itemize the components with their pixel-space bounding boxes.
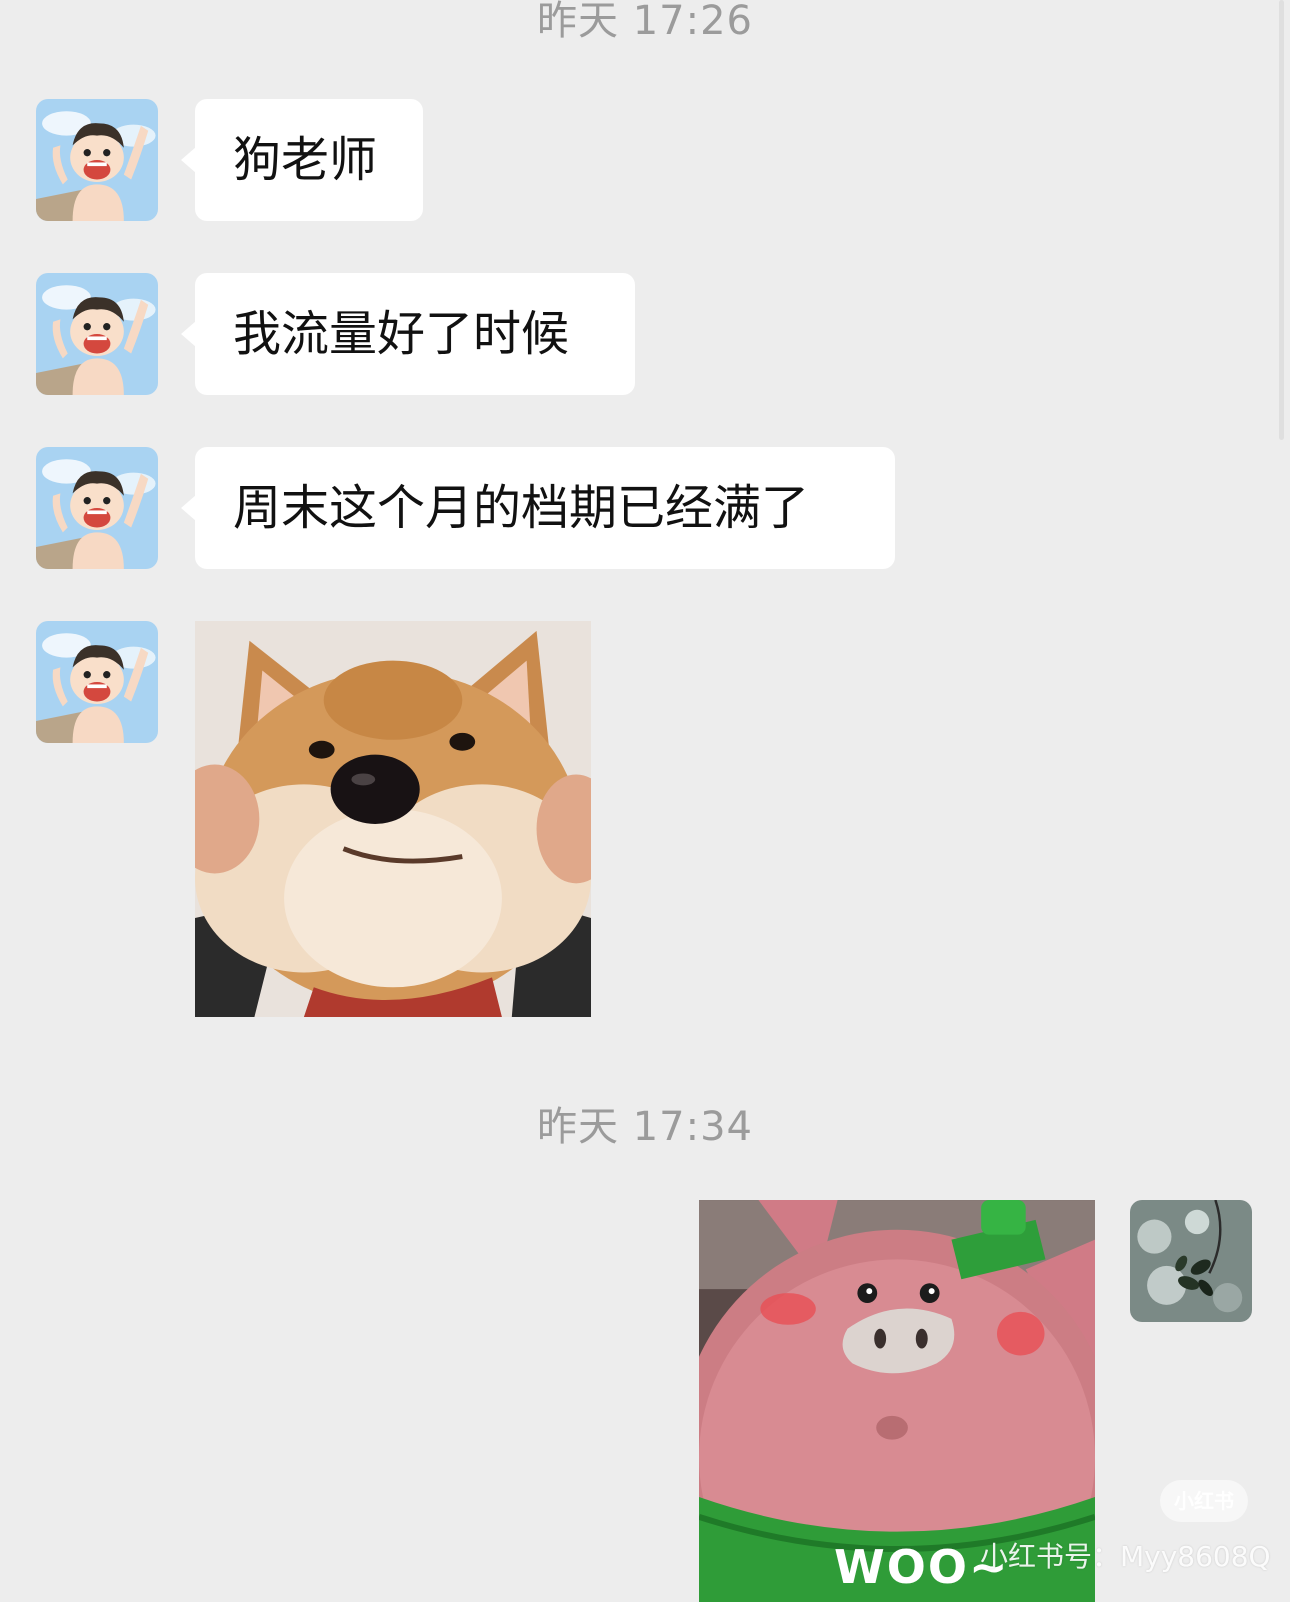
contact-avatar[interactable] <box>36 99 158 221</box>
chat-timestamp: 昨天 17:26 <box>537 0 753 44</box>
cartoon-boy-avatar-icon <box>36 621 158 743</box>
cartoon-boy-avatar-icon <box>36 99 158 221</box>
contact-avatar[interactable] <box>36 273 158 395</box>
message-bubble[interactable]: 我流量好了时候 <box>181 273 635 395</box>
watermark-logo: 小红书 <box>1160 1480 1248 1522</box>
my-avatar[interactable] <box>1130 1200 1252 1322</box>
contact-avatar[interactable] <box>36 621 158 743</box>
dog-sticker[interactable] <box>195 621 591 1017</box>
watermark-text: 小红书号：Myy8608Q <box>980 1540 1271 1573</box>
contact-avatar[interactable] <box>36 447 158 569</box>
shiba-dog-icon <box>195 621 591 1017</box>
message-bubble[interactable]: 周末这个月的档期已经满了 <box>181 447 895 569</box>
message-bubble[interactable]: 狗老师 <box>181 99 423 221</box>
scrollbar[interactable] <box>1279 0 1284 440</box>
chat-timestamp: 昨天 17:34 <box>537 1104 753 1150</box>
cartoon-boy-avatar-icon <box>36 273 158 395</box>
cartoon-boy-avatar-icon <box>36 447 158 569</box>
leaf-branch-avatar-icon <box>1130 1200 1252 1322</box>
